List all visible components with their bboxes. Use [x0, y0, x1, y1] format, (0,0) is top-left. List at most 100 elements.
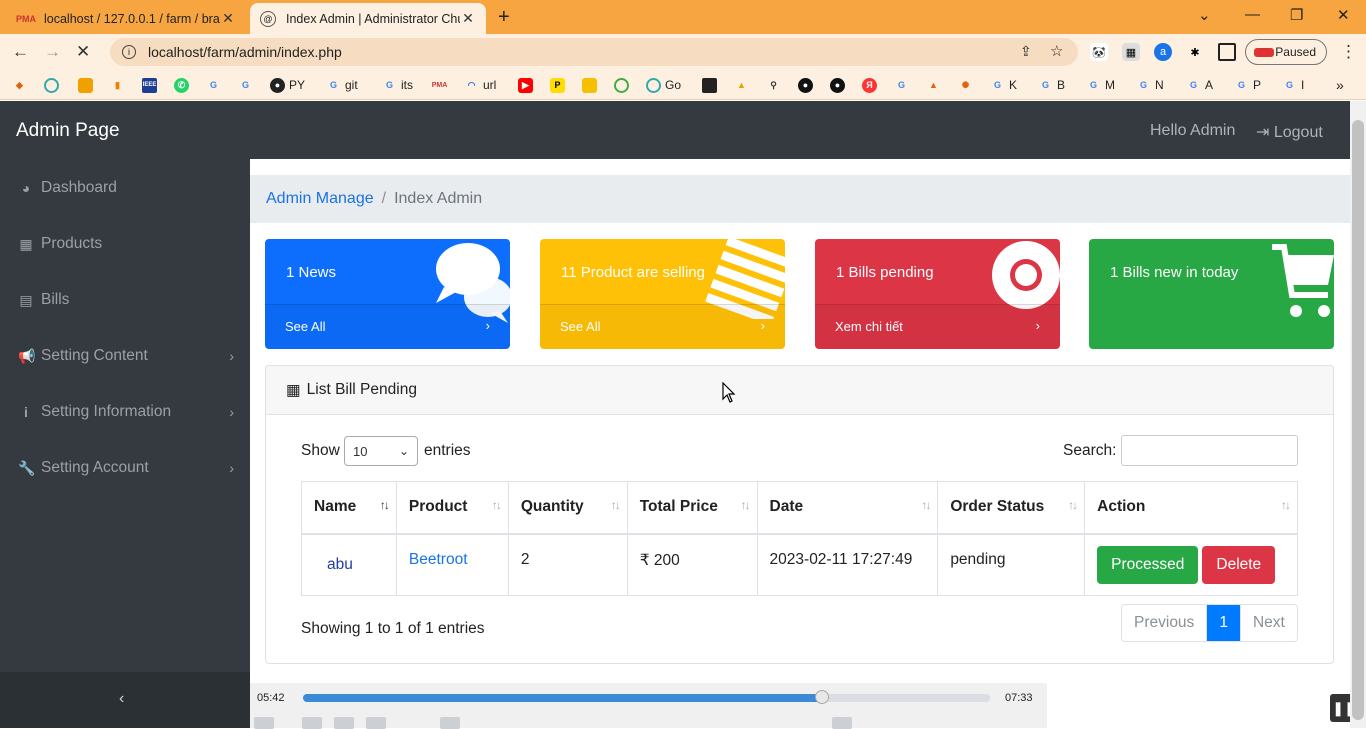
panda-extension-icon[interactable]: 🐼: [1090, 43, 1108, 61]
browser-tab-phpmyadmin[interactable]: PMA localhost / 127.0.0.1 / farm / bra ✕: [8, 3, 246, 34]
bookmark-its[interactable]: Gits: [382, 77, 413, 93]
sidebar-item-dashboard[interactable]: ◕ Dashboard: [18, 176, 238, 200]
google-bookmark-icon[interactable]: G: [206, 77, 225, 93]
column-header-quantity[interactable]: Quantity ↑↓: [507, 481, 628, 535]
bookmark-b[interactable]: GB: [1038, 77, 1065, 93]
table-icon: ▦: [286, 381, 301, 399]
browser-toolbar: ← → ✕ i localhost/farm/admin/index.php ⇪…: [0, 34, 1366, 70]
sidebar-item-bills[interactable]: ▤ Bills: [18, 288, 238, 312]
bookmark-m[interactable]: GM: [1086, 77, 1115, 93]
youtube-bookmark-icon[interactable]: ▶: [518, 77, 537, 93]
column-header-total-price[interactable]: Total Price ↑↓: [626, 481, 758, 535]
page-1-button[interactable]: 1: [1207, 605, 1241, 641]
browser-tab-admin[interactable]: @ Index Admin | Administrator Chu ✕: [250, 3, 486, 34]
stop-loading-icon[interactable]: ✕: [76, 42, 90, 62]
column-header-date[interactable]: Date ↑↓: [756, 481, 939, 535]
delete-button[interactable]: Delete: [1202, 545, 1276, 584]
bookmark-p[interactable]: GP: [1234, 77, 1261, 93]
bookmark-icon[interactable]: [702, 77, 721, 93]
column-header-name[interactable]: Name ↑↓: [301, 481, 397, 535]
bookmark-icon[interactable]: ●: [830, 77, 849, 93]
bookmark-py[interactable]: ● PY: [270, 77, 305, 93]
close-tab-icon[interactable]: ✕: [220, 10, 236, 27]
bullhorn-icon: 📢: [18, 347, 36, 364]
settings-icon[interactable]: [440, 717, 460, 729]
profile-paused-button[interactable]: Paused: [1245, 39, 1327, 65]
bookmark-a[interactable]: GA: [1186, 77, 1213, 93]
view-detail-link[interactable]: Xem chi tiết ›: [815, 304, 1060, 349]
puzzle-extensions-icon[interactable]: ✱: [1186, 43, 1204, 61]
entries-select[interactable]: 10 ⌄: [344, 436, 418, 466]
bookmark-icon[interactable]: ✺: [958, 77, 977, 93]
column-header-order-status[interactable]: Order Status ↑↓: [937, 481, 1086, 535]
bookmark-icon[interactable]: [582, 77, 601, 93]
sidebar-item-products[interactable]: ▦ Products: [18, 232, 238, 256]
bookmark-n[interactable]: GN: [1136, 77, 1164, 93]
share-icon[interactable]: ⇪: [1020, 43, 1032, 60]
whatsapp-bookmark-icon[interactable]: ✆: [174, 77, 193, 93]
side-panel-icon[interactable]: [1218, 43, 1236, 61]
see-all-link[interactable]: See All ›: [265, 304, 510, 349]
close-window-icon[interactable]: ✕: [1337, 6, 1350, 24]
bookmark-go[interactable]: Go: [646, 77, 681, 93]
minimize-icon[interactable]: —: [1245, 6, 1260, 23]
close-tab-icon[interactable]: ✕: [460, 10, 476, 27]
bookmark-git[interactable]: Ggit: [326, 77, 358, 93]
bookmark-icon[interactable]: Я: [862, 77, 881, 93]
previous-page-button[interactable]: Previous: [1122, 605, 1208, 641]
breadcrumb-link[interactable]: Admin Manage: [266, 190, 374, 208]
product-link[interactable]: Beetroot: [409, 551, 468, 568]
bookmark-star-icon[interactable]: ☆: [1050, 42, 1063, 60]
rewind-icon[interactable]: [302, 717, 322, 729]
at-extension-icon[interactable]: a: [1154, 43, 1172, 61]
cell-action: Processed Delete: [1084, 533, 1298, 596]
sidebar-toggle[interactable]: ‹: [0, 672, 250, 728]
brand-title[interactable]: Admin Page: [16, 120, 120, 142]
processed-button[interactable]: Processed: [1097, 545, 1199, 584]
bookmark-k[interactable]: GK: [990, 77, 1017, 93]
bookmark-icon[interactable]: [614, 77, 633, 93]
bookmark-icon[interactable]: [44, 77, 63, 93]
play-pause-icon[interactable]: [254, 717, 274, 729]
pma-bookmark-icon[interactable]: PMA: [432, 77, 451, 93]
scrollbar-thumb[interactable]: [1352, 120, 1364, 720]
bookmark-icon[interactable]: ⚲: [766, 77, 785, 93]
elapsed-time: 05:42: [257, 692, 285, 704]
see-all-link[interactable]: See All ›: [540, 304, 785, 349]
bookmark-icon[interactable]: ●: [798, 77, 817, 93]
extension-icon[interactable]: ▦: [1122, 43, 1140, 61]
back-icon[interactable]: ←: [12, 42, 29, 62]
bookmark-icon[interactable]: [78, 77, 97, 93]
sidebar-item-setting-account[interactable]: 🔧 Setting Account ›: [18, 456, 238, 480]
stop-icon[interactable]: [334, 717, 354, 729]
google-bookmark-icon[interactable]: G: [238, 77, 257, 93]
address-bar[interactable]: i localhost/farm/admin/index.php ⇪ ☆: [110, 38, 1078, 66]
column-header-product[interactable]: Product ↑↓: [395, 481, 509, 535]
restore-icon[interactable]: ❐: [1290, 6, 1303, 24]
bookmark-i[interactable]: GI: [1282, 77, 1304, 93]
next-page-button[interactable]: Next: [1241, 605, 1297, 641]
bookmark-icon[interactable]: ▲: [926, 77, 945, 93]
bookmark-icon[interactable]: P: [550, 77, 569, 93]
forward-icon[interactable]: →: [44, 42, 61, 62]
search-input[interactable]: [1121, 435, 1298, 466]
sidebar-item-setting-information[interactable]: i Setting Information ›: [18, 400, 238, 424]
logout-link[interactable]: ⇥ Logout: [1256, 122, 1323, 142]
bookmark-icon[interactable]: ◆: [12, 77, 31, 93]
bookmark-icon[interactable]: ▲: [734, 77, 753, 93]
google-bookmark-icon[interactable]: G: [894, 77, 913, 93]
more-bookmarks-icon[interactable]: »: [1336, 77, 1344, 93]
site-info-icon[interactable]: i: [122, 45, 136, 59]
tab-search-icon[interactable]: ⌄: [1198, 6, 1211, 24]
sidebar-item-setting-content[interactable]: 📢 Setting Content ›: [18, 344, 238, 368]
chevron-right-icon: ›: [760, 318, 765, 333]
new-tab-button[interactable]: +: [498, 6, 510, 29]
menu-icon[interactable]: ⋮: [1340, 42, 1357, 62]
seek-progress: [303, 694, 823, 702]
volume-icon[interactable]: [832, 717, 852, 729]
fast-forward-icon[interactable]: [366, 717, 386, 729]
column-header-action[interactable]: Action ↑↓: [1084, 481, 1298, 535]
ieee-bookmark-icon[interactable]: IEEE: [142, 77, 161, 93]
bookmark-icon[interactable]: ▮: [110, 77, 129, 93]
bookmark-url[interactable]: ◠ url: [464, 77, 497, 93]
